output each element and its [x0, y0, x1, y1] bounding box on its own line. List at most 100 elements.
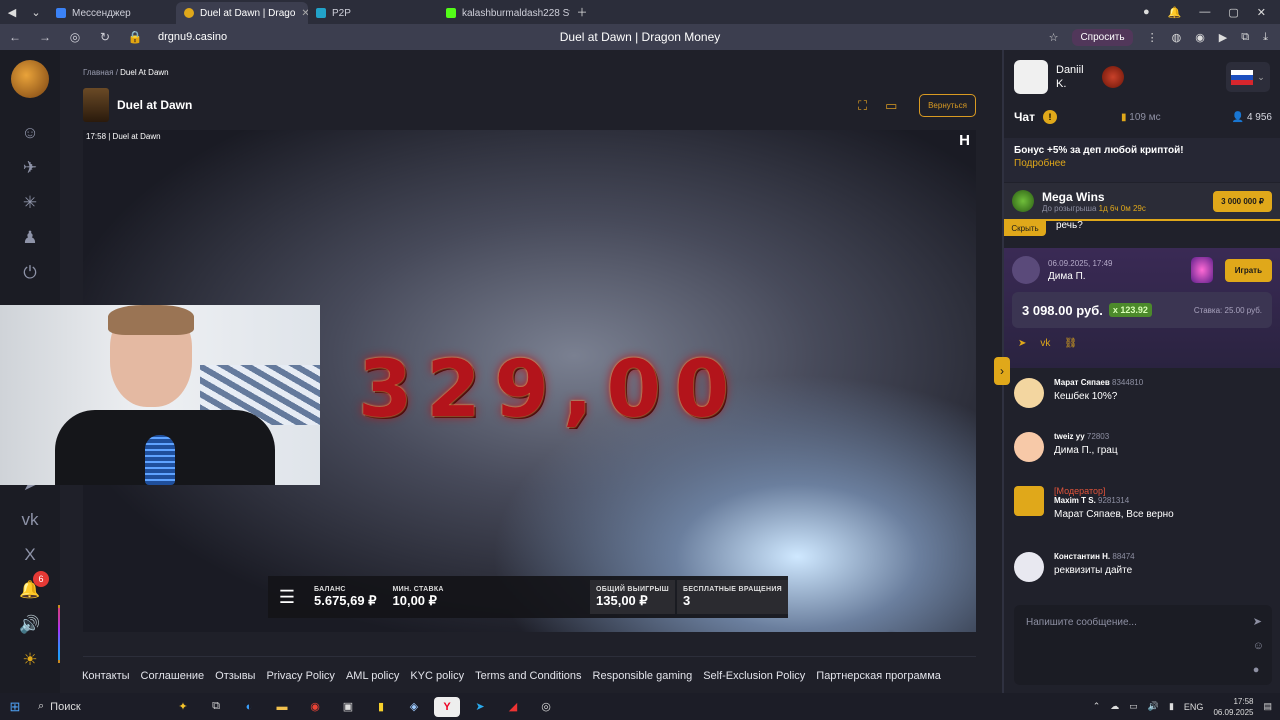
task-view-icon[interactable]: ⧉	[203, 697, 229, 717]
reload-icon[interactable]: ↻	[90, 30, 120, 44]
tab-label: Duel at Dawn | Drago	[200, 7, 296, 19]
user-profile[interactable]: Daniil K.	[1014, 60, 1124, 94]
footer-link[interactable]: Privacy Policy	[266, 670, 334, 682]
footer-link[interactable]: Responsible gaming	[593, 670, 693, 682]
footer-link[interactable]: Контакты	[82, 670, 130, 682]
sun-icon[interactable]: ☀	[19, 649, 41, 671]
bookmark-icon[interactable]: ☆	[1049, 31, 1059, 44]
sticker-icon[interactable]: ●	[1253, 664, 1264, 676]
game-bar-icon[interactable]: ▮	[368, 697, 394, 717]
rocket-icon[interactable]: ✈	[19, 157, 41, 179]
back-arrow-icon[interactable]: ←	[0, 30, 30, 44]
edge-icon[interactable]: ◐	[236, 697, 262, 717]
tab-messenger[interactable]: Мессенджер	[48, 2, 176, 24]
vk-share-icon[interactable]: vk	[1040, 338, 1050, 349]
windows-start-icon[interactable]: ⊞	[0, 699, 30, 715]
tab-kick[interactable]: kalashburmaldash228 Stre	[438, 2, 570, 24]
info-icon[interactable]: !	[1042, 110, 1057, 124]
bonus-banner[interactable]: Бонус +5% за деп любой криптой! Подробне…	[1004, 138, 1280, 182]
cloud-icon[interactable]: ☁	[1110, 701, 1119, 712]
big-win-card: 06.09.2025, 17:49 Дима П. Играть 3 098.0…	[1004, 248, 1280, 368]
collections-icon[interactable]: ⧉	[1241, 31, 1249, 44]
chrome-icon[interactable]: ◉	[302, 697, 328, 717]
avatar[interactable]	[1014, 378, 1044, 408]
footer-link[interactable]: AML policy	[346, 670, 399, 682]
footer-link[interactable]: Отзывы	[215, 670, 255, 682]
tab-list-chevron-icon[interactable]: ⌄	[24, 2, 48, 22]
tray-chevron-icon[interactable]: ⌃	[1093, 701, 1101, 712]
tab-p2p[interactable]: P2P	[308, 2, 438, 24]
friends-icon[interactable]: ☺	[19, 122, 41, 144]
yandex-browser-icon[interactable]: Y	[434, 696, 460, 717]
close-tab-icon[interactable]: ✕	[301, 8, 308, 19]
close-window-icon[interactable]: ✕	[1257, 6, 1266, 19]
avatar[interactable]	[1014, 60, 1048, 94]
dragon-logo-icon[interactable]	[11, 60, 49, 98]
footer-link[interactable]: Соглашение	[141, 670, 205, 682]
protect-icon[interactable]: ◎	[60, 30, 90, 44]
collapse-chat-chevron-icon[interactable]: ›	[994, 357, 1010, 385]
slot-game-icon[interactable]	[1190, 257, 1213, 283]
volume-icon[interactable]: 🔊	[1148, 701, 1159, 712]
mega-wins-amount[interactable]: 3 000 000 ₽	[1213, 190, 1272, 212]
sound-icon[interactable]: ◀	[0, 2, 24, 22]
globe-icon[interactable]: ◍	[1172, 31, 1182, 44]
message-text: Марат Сяпаев, Все верно	[1054, 509, 1174, 520]
taskbar-search[interactable]: ⌕ Поиск	[30, 696, 170, 717]
avatar[interactable]	[1014, 486, 1044, 516]
clock[interactable]: 17:58 06.09.2025	[1213, 696, 1253, 718]
chat-input[interactable]: Напишите сообщение... ➤ ☺ ●	[1014, 605, 1272, 685]
tab-duel-at-dawn[interactable]: Duel at Dawn | Drago ✕	[176, 2, 308, 24]
file-explorer-icon[interactable]: ▬	[269, 697, 295, 717]
link-share-icon[interactable]: ⛓	[1064, 338, 1077, 349]
send-icon[interactable]: ➤	[1253, 615, 1264, 628]
breadcrumb-home[interactable]: Главная	[83, 68, 113, 77]
hamburger-menu-icon[interactable]: ☰	[268, 587, 306, 608]
network-icon[interactable]: ▭	[1129, 701, 1138, 712]
forward-arrow-icon[interactable]: →	[30, 30, 60, 44]
footer-link[interactable]: Terms and Conditions	[475, 670, 581, 682]
telegram-share-icon[interactable]: ➤	[1018, 338, 1026, 349]
notification-center-icon[interactable]: ▤	[1263, 701, 1272, 712]
person-icon[interactable]: ♟	[19, 227, 41, 249]
theater-mode-icon[interactable]: ▭	[885, 98, 897, 114]
bonus-link[interactable]: Подробнее	[1014, 158, 1270, 169]
profile-icon[interactable]: ●	[1143, 6, 1150, 19]
power-icon[interactable]: ⏻	[19, 262, 41, 284]
new-tab-icon[interactable]: ＋	[570, 2, 594, 22]
language-select[interactable]: ⌄	[1226, 62, 1270, 92]
win-summary: 3 098.00 руб. x 123.92 Ставка: 25.00 руб…	[1012, 292, 1272, 328]
footer-link[interactable]: KYC policy	[410, 670, 464, 682]
telegram-icon[interactable]: ➤	[467, 697, 493, 717]
vk-icon[interactable]: vk	[19, 509, 41, 531]
footer-link[interactable]: Self-Exclusion Policy	[703, 670, 805, 682]
maximize-icon[interactable]: ▢	[1228, 6, 1238, 19]
media-icon[interactable]: ▶	[1219, 31, 1227, 44]
avatar[interactable]	[1014, 552, 1044, 582]
obs-app-icon[interactable]: ◢	[500, 697, 526, 717]
bell-icon[interactable]: 🔔 6	[19, 571, 49, 601]
minimize-icon[interactable]: —	[1199, 6, 1210, 19]
url-field[interactable]: drgnu9.casino	[158, 31, 227, 43]
language-indicator[interactable]: ENG	[1184, 702, 1204, 712]
back-button[interactable]: Вернуться	[919, 94, 976, 117]
notifications-icon[interactable]: 🔔	[1168, 6, 1182, 19]
emoji-icon[interactable]: ☺	[1253, 640, 1264, 652]
x-icon[interactable]: X	[19, 544, 41, 566]
fullscreen-icon[interactable]: ⛶	[858, 98, 867, 114]
volume-icon[interactable]: 🔊	[19, 614, 41, 636]
obs-studio-icon[interactable]: ◎	[533, 697, 559, 717]
battery-icon[interactable]: ▮	[1169, 701, 1174, 712]
copilot-sparkle-icon[interactable]: ✦	[170, 697, 196, 717]
footer-link[interactable]: Партнерская программа	[816, 670, 941, 682]
play-button[interactable]: Играть	[1224, 258, 1272, 282]
app-icon[interactable]: ▣	[335, 697, 361, 717]
download-icon[interactable]: ⤓	[1263, 31, 1268, 44]
more-icon[interactable]: ⋮	[1147, 31, 1158, 44]
tree-icon[interactable]: ✳	[19, 192, 41, 214]
avatar[interactable]	[1014, 432, 1044, 462]
extension-icon[interactable]: ◉	[1195, 31, 1205, 44]
steam-icon[interactable]: ◈	[401, 697, 427, 717]
ask-button[interactable]: Спросить	[1072, 28, 1133, 46]
hide-button[interactable]: Скрыть	[1004, 221, 1046, 236]
